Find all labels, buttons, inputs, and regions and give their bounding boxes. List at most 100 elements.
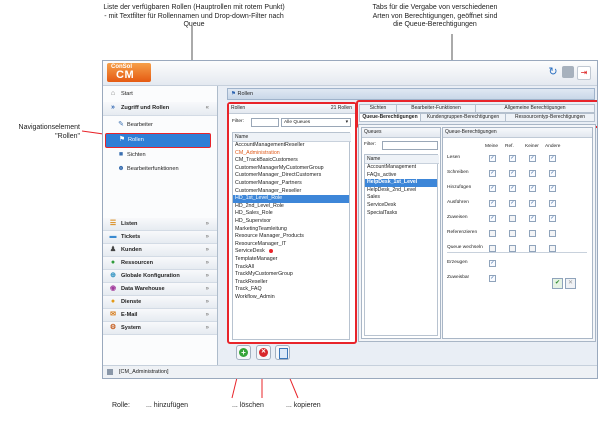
nav-group-listen[interactable]: ☰ Listen » — [103, 218, 217, 231]
nav-group-dienste[interactable]: ● Dienste » — [103, 296, 217, 309]
tab-bearbeiter-funktionen[interactable]: Bearbeiter-Funktionen — [396, 104, 476, 113]
permission-checkbox[interactable]: ✓ — [509, 230, 516, 237]
queue-list-item[interactable]: AccountManagement — [365, 164, 437, 172]
sidebar-item-bearbeiterfunktionen[interactable]: ☻ Bearbeiterfunktionen — [103, 163, 217, 175]
permission-extra-label: Zuweisbar — [447, 275, 470, 280]
add-role-button[interactable]: + — [236, 345, 251, 360]
reset-permissions-button[interactable]: ✕ — [565, 278, 576, 289]
role-list-item[interactable]: TrackReseller — [233, 279, 349, 287]
role-list-item[interactable]: AccountManagementReseller — [233, 142, 349, 150]
role-list-item[interactable]: ServiceDesk — [233, 248, 349, 256]
nav-group-kunden[interactable]: ♟ Kunden » — [103, 244, 217, 257]
permission-checkbox[interactable]: ✓ — [489, 230, 496, 237]
role-list-item[interactable]: HD_Sales_Role — [233, 210, 349, 218]
permission-checkbox[interactable]: ✓ — [529, 215, 536, 222]
role-list-item[interactable]: CustomerManagerMyCustomerGroup — [233, 165, 349, 173]
permission-checkbox[interactable]: ✓ — [549, 200, 556, 207]
permission-checkbox[interactable]: ✓ — [489, 185, 496, 192]
tab-sichten[interactable]: Sichten — [359, 104, 397, 113]
permission-checkbox[interactable]: ✓ — [549, 245, 556, 252]
role-list-item[interactable]: TrackAll — [233, 264, 349, 272]
tab-allgemeine-berechtigungen[interactable]: Allgemeine Berechtigungen — [475, 104, 595, 113]
user-settings-icon[interactable] — [562, 66, 574, 78]
tab-queue-berechtigungen[interactable]: Queue-Berechtigungen — [359, 113, 421, 122]
role-list-item[interactable]: HD_1st_Level_Role — [233, 195, 349, 203]
queues-filter-input[interactable] — [382, 141, 438, 150]
nav-start[interactable]: ⌂ Start — [103, 88, 217, 100]
nav-group-access[interactable]: » Zugriff und Rollen « — [103, 102, 217, 116]
nav-group-email[interactable]: ✉ E-Mail » — [103, 309, 217, 322]
permission-checkbox[interactable]: ✓ — [549, 215, 556, 222]
save-permissions-button[interactable]: ✔ — [552, 278, 563, 289]
role-name: Resource Manager_Products — [235, 233, 304, 240]
tab-kundengruppen-berechtigungen[interactable]: Kundengruppen-Berechtigungen — [420, 113, 506, 122]
roles-list-title: Rollen — [231, 105, 246, 111]
copy-role-button[interactable] — [275, 345, 290, 360]
nav-group-globale-konfiguration[interactable]: ⊕ Globale Konfiguration » — [103, 270, 217, 283]
permission-checkbox[interactable]: ✓ — [549, 170, 556, 177]
sidebar-item-sichten[interactable]: ■ Sichten — [103, 149, 217, 161]
permission-checkbox[interactable]: ✓ — [509, 155, 516, 162]
sidebar-item-bearbeiter[interactable]: ✎ Bearbeiter — [103, 119, 217, 131]
delete-role-button[interactable]: ✕ — [256, 345, 271, 360]
roles-filter-input[interactable] — [251, 118, 279, 127]
permission-checkbox[interactable]: ✓ — [529, 230, 536, 237]
nav-group-label: Data Warehouse — [121, 286, 165, 292]
queue-list-item[interactable]: SpecialTasks — [365, 210, 437, 218]
permission-checkbox[interactable]: ✓ — [529, 245, 536, 252]
queue-list-item[interactable]: Sales — [365, 194, 437, 202]
permission-checkbox[interactable]: ✓ — [509, 200, 516, 207]
permission-checkbox[interactable]: ✓ — [549, 230, 556, 237]
role-list-item[interactable]: TrackMyCustomerGroup — [233, 271, 349, 279]
permission-checkbox[interactable]: ✓ — [489, 170, 496, 177]
role-name: Track_FAQ — [235, 286, 262, 293]
queue-list-item[interactable]: ServiceDesk — [365, 202, 437, 210]
permission-checkbox[interactable]: ✓ — [509, 215, 516, 222]
role-list-item[interactable]: ResourceManager_IT — [233, 241, 349, 249]
nav-group-ressourcen[interactable]: ● Ressourcen » — [103, 257, 217, 270]
permission-extra-checkbox[interactable]: ✓ — [489, 260, 496, 267]
permission-checkbox[interactable]: ✓ — [529, 185, 536, 192]
permission-checkbox[interactable]: ✓ — [529, 200, 536, 207]
permission-checkbox[interactable]: ✓ — [549, 155, 556, 162]
role-list-item[interactable]: HD_2nd_Level_Role — [233, 203, 349, 211]
role-list-item[interactable]: MarketingTeamleitung — [233, 226, 349, 234]
role-list-item[interactable]: TemplateManager — [233, 256, 349, 264]
role-list-item[interactable]: Track_FAQ — [233, 286, 349, 294]
queue-filter-select[interactable]: Alle Queues ▾ — [281, 118, 351, 127]
expand-icon: » — [205, 260, 209, 266]
permission-extra-checkbox[interactable]: ✓ — [489, 275, 496, 282]
permission-checkbox[interactable]: ✓ — [549, 185, 556, 192]
nav-group-system[interactable]: ⚙ System » — [103, 322, 217, 335]
tab-ressourcentyp-berechtigungen[interactable]: Ressourcentyp-Berechtigungen — [505, 113, 595, 122]
permission-checkbox[interactable]: ✓ — [489, 245, 496, 252]
permission-checkbox[interactable]: ✓ — [509, 245, 516, 252]
queue-list-item[interactable]: HelpDesk_1st_Level — [365, 179, 437, 187]
queue-list-item[interactable]: FAQs_active — [365, 172, 437, 180]
role-list-item[interactable]: CM_TrackBasicCustomers — [233, 157, 349, 165]
role-list-item[interactable]: CM_Administration — [233, 150, 349, 158]
permission-checkbox[interactable]: ✓ — [489, 200, 496, 207]
permission-checkbox[interactable]: ✓ — [529, 170, 536, 177]
queue-list-item[interactable]: HelpDesk_2nd_Level — [365, 187, 437, 195]
refresh-icon[interactable]: ↻ — [547, 66, 559, 78]
permission-checkbox[interactable]: ✓ — [509, 170, 516, 177]
roles-table: Name AccountManagementReseller CM_Adminis… — [232, 132, 351, 340]
sidebar-item-rollen[interactable]: ⚑ Rollen — [105, 133, 211, 148]
nav-group-data-warehouse[interactable]: ◉ Data Warehouse » — [103, 283, 217, 296]
role-list-item[interactable]: Resource Manager_Products — [233, 233, 349, 241]
expand-icon: » — [205, 247, 209, 253]
expand-icon: » — [205, 234, 209, 240]
permission-row-label: Zuweisen — [447, 215, 468, 220]
nav-group-tickets[interactable]: ▬ Tickets » — [103, 231, 217, 244]
logout-icon[interactable]: ⇥ — [577, 66, 591, 80]
permission-checkbox[interactable]: ✓ — [489, 215, 496, 222]
role-list-item[interactable]: HD_Supervisor — [233, 218, 349, 226]
permission-checkbox[interactable]: ✓ — [509, 185, 516, 192]
permission-checkbox[interactable]: ✓ — [529, 155, 536, 162]
permission-checkbox[interactable]: ✓ — [489, 155, 496, 162]
role-list-item[interactable]: CustomerManager_Partners — [233, 180, 349, 188]
role-list-item[interactable]: CustomerManager_Reseller — [233, 188, 349, 196]
role-list-item[interactable]: CustomerManager_DirectCustomers — [233, 172, 349, 180]
role-list-item[interactable]: Workflow_Admin — [233, 294, 349, 302]
